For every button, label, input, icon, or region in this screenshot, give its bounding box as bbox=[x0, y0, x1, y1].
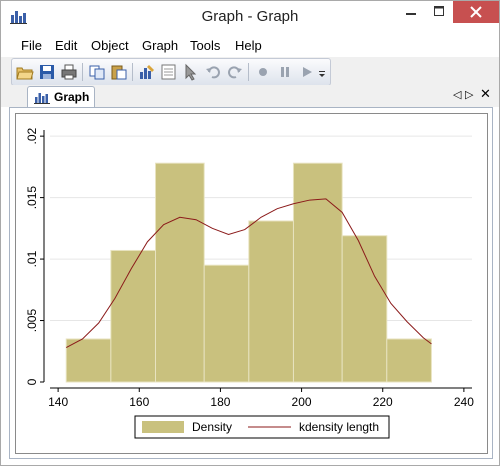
paste-icon[interactable] bbox=[110, 63, 128, 81]
menu-file[interactable]: File bbox=[21, 38, 42, 53]
tab-scroll-left-icon[interactable]: ◁ bbox=[453, 88, 461, 101]
x-tick-label: 220 bbox=[373, 395, 393, 409]
maximize-icon bbox=[434, 6, 444, 16]
title-bar[interactable]: Graph - Graph bbox=[1, 1, 499, 31]
x-tick-label: 180 bbox=[210, 395, 230, 409]
menu-graph[interactable]: Graph bbox=[142, 38, 178, 53]
x-axis-ticks: 140 160 180 200 220 240 bbox=[48, 388, 474, 409]
y-axis-ticks: 0 .005 .01 .015 .02 bbox=[25, 127, 44, 385]
legend-kde-label: kdensity length bbox=[299, 420, 379, 434]
x-tick-label: 140 bbox=[48, 395, 68, 409]
menu-object[interactable]: Object bbox=[91, 38, 129, 53]
undo-icon[interactable] bbox=[204, 63, 222, 81]
legend-density-label: Density bbox=[192, 420, 232, 434]
print-icon[interactable] bbox=[60, 63, 78, 81]
histogram-bar bbox=[155, 162, 205, 383]
y-tick-label: .015 bbox=[25, 186, 39, 210]
histogram-chart[interactable]: 140 160 180 200 220 240 0 .005 .01 .015 .02 Densi… bbox=[16, 114, 487, 453]
toolbar-area bbox=[1, 57, 499, 86]
menu-help[interactable]: Help bbox=[235, 38, 262, 53]
histogram-bar bbox=[292, 162, 343, 383]
close-button[interactable] bbox=[453, 1, 499, 23]
pause-icon[interactable] bbox=[276, 63, 294, 81]
menu-tools[interactable]: Tools bbox=[190, 38, 220, 53]
graph-editor-icon[interactable] bbox=[138, 63, 156, 81]
document-tab-strip: Graph ◁ ▷ ✕ bbox=[1, 85, 499, 108]
tab-close-icon[interactable]: ✕ bbox=[480, 86, 491, 102]
toolbar-separator bbox=[132, 63, 133, 81]
histogram-bar bbox=[341, 235, 388, 383]
y-tick-label: .02 bbox=[25, 127, 39, 144]
graph-window: Graph - Graph File Edit Object Graph Too… bbox=[0, 0, 500, 466]
minimize-button[interactable] bbox=[397, 1, 425, 23]
histogram-bar bbox=[110, 249, 157, 383]
y-tick-label: 0 bbox=[25, 378, 39, 385]
menu-edit[interactable]: Edit bbox=[55, 38, 77, 53]
save-icon[interactable] bbox=[38, 63, 56, 81]
x-tick-label: 240 bbox=[454, 395, 474, 409]
y-tick-label: .005 bbox=[25, 309, 39, 333]
minimize-icon bbox=[406, 13, 416, 15]
x-tick-label: 200 bbox=[292, 395, 312, 409]
close-icon bbox=[470, 6, 482, 18]
dropdown-icon[interactable] bbox=[317, 63, 327, 81]
play-icon[interactable] bbox=[298, 63, 316, 81]
histogram-bar bbox=[248, 220, 294, 383]
x-tick-label: 160 bbox=[129, 395, 149, 409]
toolbar bbox=[11, 58, 331, 86]
histogram-bars bbox=[65, 162, 432, 383]
tab-graph[interactable]: Graph bbox=[27, 86, 95, 108]
maximize-button[interactable] bbox=[425, 1, 453, 23]
histogram-bar bbox=[386, 338, 432, 383]
redo-icon[interactable] bbox=[226, 63, 244, 81]
graph-frame: 140 160 180 200 220 240 0 .005 .01 .015 .02 Densi… bbox=[15, 113, 488, 454]
tab-scroll-right-icon[interactable]: ▷ bbox=[465, 88, 473, 101]
copy-icon[interactable] bbox=[88, 63, 106, 81]
toolbar-separator bbox=[82, 63, 83, 81]
open-icon[interactable] bbox=[16, 63, 34, 81]
legend: Density kdensity length bbox=[134, 415, 390, 439]
y-tick-label: .01 bbox=[25, 250, 39, 267]
graph-tab-icon bbox=[34, 93, 50, 104]
data-editor-icon[interactable] bbox=[160, 63, 178, 81]
menu-bar: File Edit Object Graph Tools Help bbox=[1, 31, 499, 57]
histogram-bar bbox=[203, 264, 250, 383]
toolbar-separator bbox=[248, 63, 249, 81]
pointer-icon[interactable] bbox=[182, 63, 200, 81]
legend-density-swatch bbox=[142, 421, 184, 433]
histogram-bar bbox=[65, 338, 112, 383]
tab-label: Graph bbox=[54, 90, 90, 104]
record-icon[interactable] bbox=[254, 63, 272, 81]
